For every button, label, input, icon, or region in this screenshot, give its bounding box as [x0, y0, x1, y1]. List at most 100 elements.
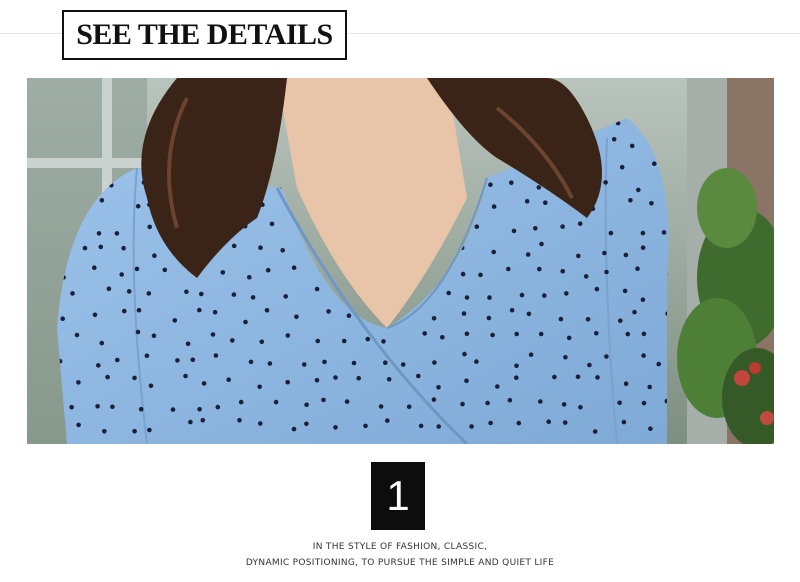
polka-dot [341, 338, 347, 344]
polka-dot [617, 400, 622, 406]
polka-dot [440, 335, 445, 340]
polka-dot [285, 333, 291, 338]
polka-dot [566, 335, 572, 341]
polka-dot [144, 353, 150, 359]
polka-dot [485, 400, 490, 406]
polka-dot [259, 339, 265, 345]
polka-dot [322, 359, 327, 365]
polka-dot [416, 373, 421, 379]
polka-dot [92, 265, 97, 270]
polka-dot [406, 404, 412, 410]
polka-dot [648, 426, 653, 432]
polka-dot [507, 397, 513, 403]
polka-dot [210, 332, 216, 337]
polka-dot [257, 384, 262, 390]
polka-dot [321, 397, 326, 403]
polka-dot [661, 230, 667, 235]
polka-dot [418, 423, 424, 429]
polka-dot [478, 272, 483, 278]
polka-dot [647, 384, 652, 390]
polka-dot [326, 309, 331, 314]
polka-dot [238, 399, 244, 405]
product-detail-page: SEE THE DETAILS 1 IN THE STYLE OF FASHIO… [0, 0, 800, 582]
polka-dot [283, 294, 289, 299]
polka-dot [92, 312, 98, 318]
polka-dot [603, 180, 608, 185]
polka-dot [488, 420, 493, 426]
polka-dot [558, 316, 564, 322]
polka-dot [594, 331, 599, 336]
detail-number: 1 [386, 472, 410, 519]
polka-dot [640, 245, 646, 250]
polka-dot [383, 360, 388, 366]
polka-dot [436, 385, 441, 390]
polka-dot [621, 419, 627, 425]
polka-dot [629, 143, 635, 149]
polka-dot [464, 295, 470, 300]
polka-dot [560, 268, 565, 274]
polka-dot [604, 354, 609, 359]
polka-dot [495, 384, 500, 389]
polka-dot [525, 252, 531, 257]
polka-dot [152, 253, 157, 258]
polka-dot [635, 266, 640, 271]
polka-dot [363, 423, 368, 429]
polka-dot [431, 397, 437, 402]
polka-dot [314, 377, 320, 383]
polka-dot [102, 429, 107, 434]
polka-dot [213, 353, 219, 358]
polka-dot [594, 286, 600, 292]
polka-dot [74, 332, 80, 338]
polka-dot [76, 422, 81, 428]
polka-dot [526, 311, 532, 317]
polka-dot [514, 331, 519, 337]
polka-dot [333, 425, 338, 430]
polka-dot [538, 399, 543, 404]
polka-dot [267, 361, 273, 366]
polka-dot [506, 266, 511, 272]
polka-dot [625, 331, 631, 337]
polka-dot [269, 221, 275, 227]
polka-dot [250, 295, 256, 300]
polka-dot [431, 316, 437, 321]
polka-dot [469, 424, 474, 429]
polka-dot [146, 291, 152, 296]
polka-dot [69, 404, 74, 410]
polka-dot [583, 274, 589, 279]
polka-dot [60, 316, 65, 321]
polka-dot [258, 421, 263, 426]
polka-dot [82, 245, 88, 251]
polka-dot [623, 252, 629, 258]
polka-dot [122, 308, 127, 314]
polka-dot [543, 200, 548, 205]
polka-dot [220, 270, 226, 275]
polka-dot [487, 295, 492, 300]
polka-dot [537, 266, 542, 272]
polka-dot [291, 426, 297, 432]
polka-dot [378, 404, 384, 409]
polka-dot [76, 380, 81, 385]
polka-dot [539, 241, 544, 247]
polka-dot [172, 318, 178, 323]
polka-dot [461, 311, 467, 316]
polka-dot [134, 266, 140, 272]
polka-dot [135, 203, 141, 209]
polka-dot [516, 420, 522, 426]
caption-line-2: DYNAMIC POSITIONING, TO PURSUE THE SIMPL… [245, 558, 555, 568]
polka-dot [608, 230, 614, 236]
polka-dot [618, 318, 623, 323]
polka-dot [564, 291, 569, 296]
polka-dot [346, 313, 352, 318]
polka-dot [587, 362, 592, 368]
polka-dot [304, 402, 309, 408]
polka-dot [185, 341, 191, 347]
polka-dot [464, 378, 469, 384]
polka-dot [136, 307, 142, 313]
polka-dot [640, 230, 646, 236]
polka-dot [636, 187, 641, 193]
polka-dot [351, 360, 357, 366]
polka-dot [95, 404, 100, 409]
polka-dot [577, 221, 583, 226]
polka-dot [462, 351, 467, 357]
polka-dot [538, 331, 544, 337]
